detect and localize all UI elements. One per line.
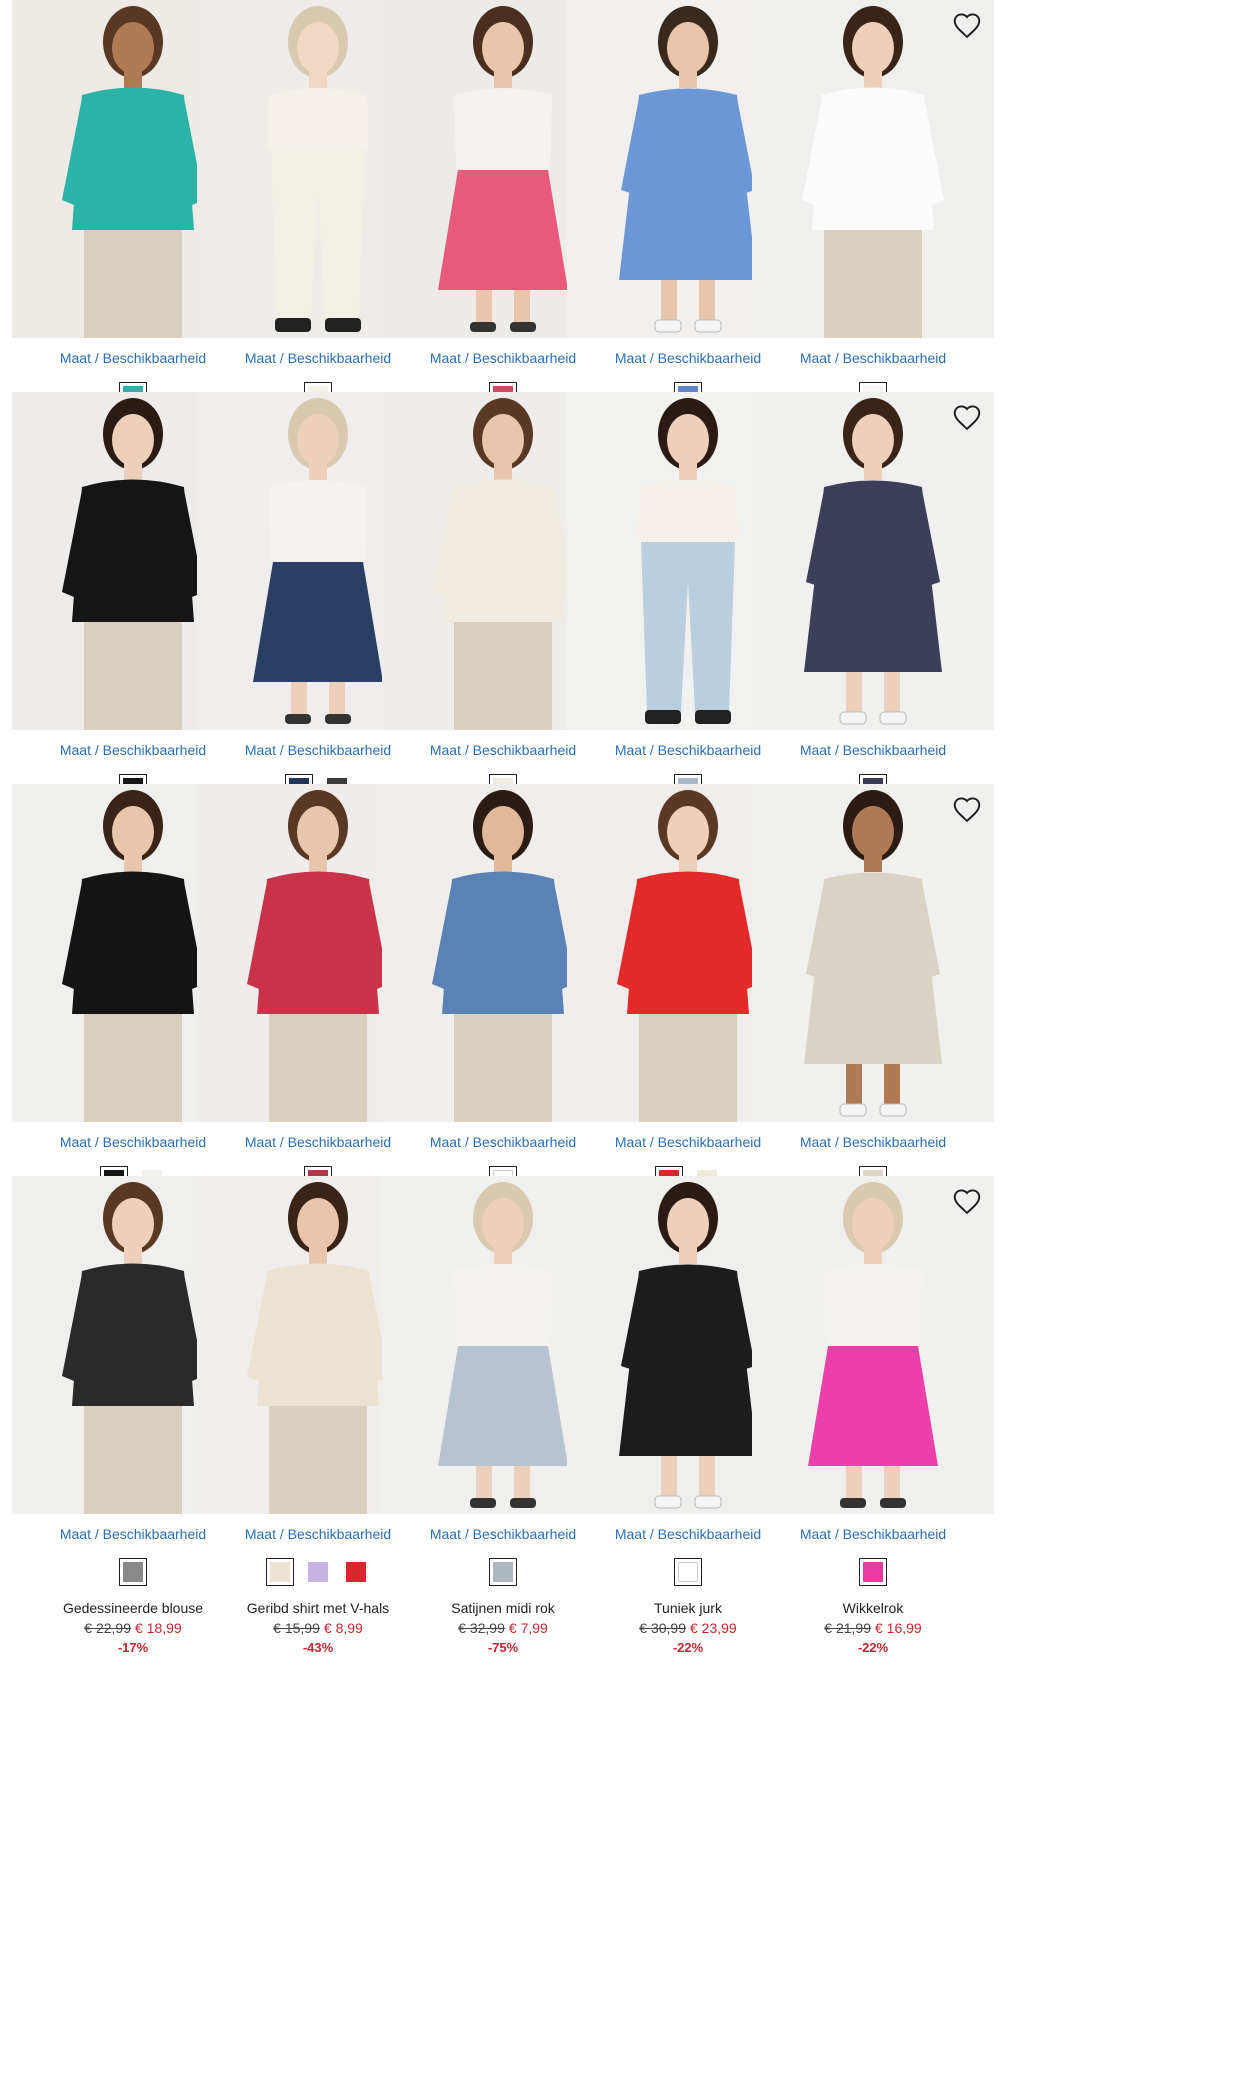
color-swatch[interactable] (342, 1558, 370, 1586)
old-price: € 21,99 (824, 1620, 871, 1636)
old-price: € 32,99 (458, 1620, 505, 1636)
old-price: € 30,99 (639, 1620, 686, 1636)
color-swatches (752, 1558, 994, 1590)
color-swatch[interactable] (119, 1558, 147, 1586)
product-image[interactable] (752, 1176, 994, 1514)
sale-price: € 23,99 (690, 1620, 737, 1636)
product-prices: € 21,99 € 16,99 (752, 1620, 994, 1636)
wishlist-heart-icon[interactable] (950, 400, 984, 434)
old-price: € 15,99 (273, 1620, 320, 1636)
product-image[interactable] (752, 0, 994, 338)
sale-price: € 16,99 (875, 1620, 922, 1636)
color-swatch[interactable] (489, 1558, 517, 1586)
size-availability-link[interactable]: Maat / Beschikbaarheid (752, 742, 994, 758)
discount-badge: -22% (857, 1640, 889, 1655)
color-swatch[interactable] (304, 1558, 332, 1586)
sale-price: € 8,99 (323, 1620, 363, 1636)
product-image[interactable] (752, 784, 994, 1122)
color-swatch[interactable] (674, 1558, 702, 1586)
product-image[interactable] (752, 392, 994, 730)
wishlist-heart-icon[interactable] (950, 8, 984, 42)
color-swatch[interactable] (266, 1558, 294, 1586)
size-availability-link[interactable]: Maat / Beschikbaarheid (752, 1526, 994, 1542)
wishlist-heart-icon[interactable] (950, 1184, 984, 1218)
sale-price: € 18,99 (135, 1620, 182, 1636)
wishlist-heart-icon[interactable] (950, 792, 984, 826)
old-price: € 22,99 (84, 1620, 131, 1636)
size-availability-link[interactable]: Maat / Beschikbaarheid (752, 350, 994, 366)
size-availability-link[interactable]: Maat / Beschikbaarheid (752, 1134, 994, 1150)
sale-price: € 7,99 (508, 1620, 548, 1636)
product-card[interactable]: Maat / Beschikbaarheid Wikkelrok € 21,99 € … (752, 1176, 994, 1691)
color-swatch[interactable] (859, 1558, 887, 1586)
product-name[interactable]: Wikkelrok (752, 1600, 994, 1616)
